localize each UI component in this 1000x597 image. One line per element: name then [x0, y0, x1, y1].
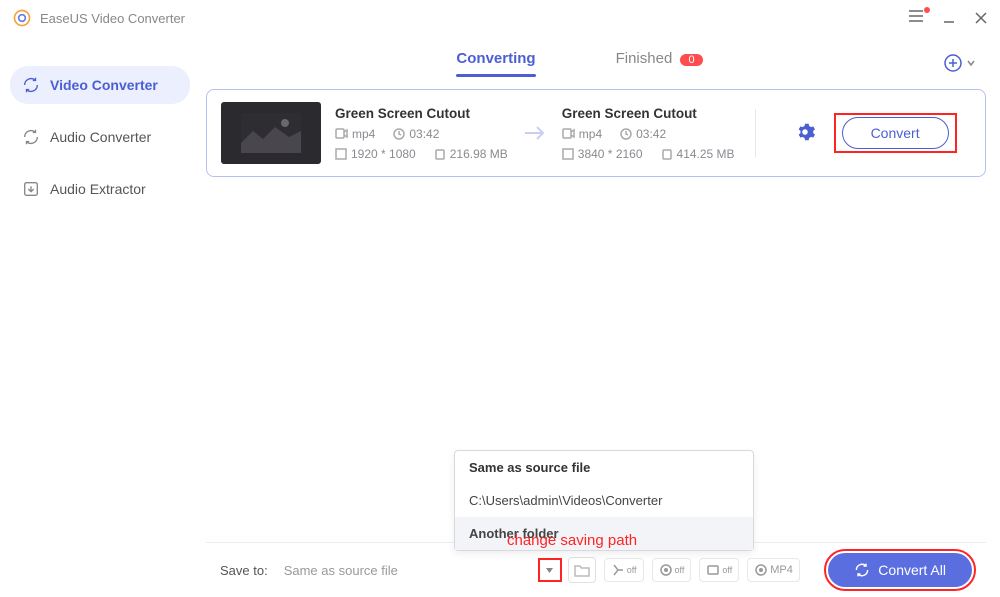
refresh-icon	[854, 562, 870, 578]
sidebar-item-audio-converter[interactable]: Audio Converter	[10, 118, 190, 156]
sidebar: Video Converter Audio Converter Audio Ex…	[0, 36, 200, 597]
close-button[interactable]	[974, 11, 988, 25]
gear-icon	[794, 121, 816, 143]
tab-finished[interactable]: Finished 0	[616, 50, 703, 75]
target-size: 414.25 MB	[677, 147, 735, 161]
open-folder-button[interactable]	[568, 557, 596, 583]
save-path-dropdown-menu: Same as source file C:\Users\admin\Video…	[454, 450, 754, 551]
chevron-down-icon	[966, 58, 976, 68]
source-format: mp4	[352, 127, 375, 141]
video-thumbnail[interactable]	[221, 102, 321, 164]
target-title: Green Screen Cutout	[562, 106, 735, 121]
save-path-field	[280, 557, 560, 584]
dropdown-option-same-as-source[interactable]: Same as source file	[455, 451, 753, 484]
save-path-dropdown-button[interactable]	[540, 560, 560, 580]
sidebar-item-audio-extractor[interactable]: Audio Extractor	[10, 170, 190, 208]
add-file-button[interactable]	[943, 53, 976, 73]
bottom-bar: Same as source file C:\Users\admin\Video…	[206, 542, 986, 597]
video-icon	[562, 128, 575, 139]
resolution-icon	[562, 148, 574, 160]
speed-icon	[706, 563, 720, 577]
hamburger-menu-button[interactable]	[908, 9, 924, 28]
divider	[755, 109, 756, 157]
tab-label: Finished	[616, 50, 673, 67]
gear-small-icon	[754, 563, 768, 577]
convert-button[interactable]: Convert	[842, 117, 949, 149]
refresh-icon	[22, 128, 40, 146]
target-format: mp4	[579, 127, 602, 141]
gear-small-icon	[659, 563, 673, 577]
save-path-input[interactable]	[280, 557, 540, 584]
app-logo-icon	[12, 8, 32, 28]
extract-icon	[22, 180, 40, 198]
sidebar-item-label: Audio Converter	[50, 129, 151, 145]
convert-all-label: Convert All	[878, 562, 946, 578]
tab-converting[interactable]: Converting	[456, 50, 535, 75]
sidebar-item-video-converter[interactable]: Video Converter	[10, 66, 190, 104]
source-title: Green Screen Cutout	[335, 106, 508, 121]
file-size-icon	[434, 148, 446, 160]
convert-button-highlight: Convert	[838, 117, 953, 149]
clock-icon	[393, 128, 405, 140]
video-icon	[335, 128, 348, 139]
app-title: EaseUS Video Converter	[40, 11, 908, 26]
target-info: Green Screen Cutout mp4 03:42 3840 * 216…	[562, 106, 735, 161]
tab-bar: Converting Finished 0	[206, 50, 986, 81]
source-resolution: 1920 * 1080	[351, 147, 416, 161]
merge-state: off	[627, 565, 637, 575]
hamburger-icon	[908, 9, 924, 23]
source-size: 216.98 MB	[450, 147, 508, 161]
minimize-button[interactable]	[942, 11, 956, 25]
target-resolution: 3840 * 2160	[578, 147, 643, 161]
task-row: Green Screen Cutout mp4 03:42 1920 * 108…	[206, 89, 986, 177]
merge-toggle[interactable]: off	[604, 558, 644, 582]
tab-label: Converting	[456, 50, 535, 67]
hs-state: off	[722, 565, 732, 575]
resolution-icon	[335, 148, 347, 160]
notification-dot-icon	[924, 7, 930, 13]
task-settings-button[interactable]	[794, 121, 816, 146]
source-info: Green Screen Cutout mp4 03:42 1920 * 108…	[335, 106, 508, 161]
dropdown-option-another-folder[interactable]: Another folder	[455, 517, 753, 550]
plus-circle-icon	[943, 53, 963, 73]
thumbnail-image-icon	[241, 113, 301, 153]
high-speed-toggle[interactable]: off	[699, 558, 739, 582]
output-format-button[interactable]: MP4	[747, 558, 800, 582]
sidebar-item-label: Audio Extractor	[50, 181, 146, 197]
output-format-label: MP4	[770, 564, 793, 576]
hardware-accel-toggle[interactable]: off	[652, 558, 692, 582]
hw-state: off	[675, 565, 685, 575]
clock-icon	[620, 128, 632, 140]
file-size-icon	[661, 148, 673, 160]
target-duration: 03:42	[636, 127, 666, 141]
source-duration: 03:42	[409, 127, 439, 141]
merge-icon	[611, 563, 625, 577]
sidebar-item-label: Video Converter	[50, 77, 158, 93]
dropdown-option-path[interactable]: C:\Users\admin\Videos\Converter	[455, 484, 753, 517]
convert-all-highlight: Convert All	[828, 553, 972, 587]
convert-all-button[interactable]: Convert All	[828, 553, 972, 587]
folder-icon	[574, 563, 590, 577]
save-to-label: Save to:	[220, 563, 268, 578]
arrow-right-icon	[522, 123, 548, 143]
caret-down-icon	[545, 566, 554, 575]
title-bar: EaseUS Video Converter	[0, 0, 1000, 36]
finished-count-badge: 0	[680, 54, 702, 66]
refresh-icon	[22, 76, 40, 94]
